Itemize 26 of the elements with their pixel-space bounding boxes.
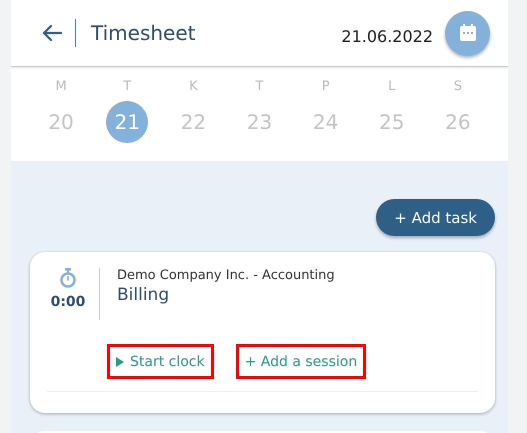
weekday-label: T: [256, 79, 264, 96]
project-name: Demo Company Inc. - Accounting: [117, 268, 335, 283]
page-title: Timesheet: [91, 21, 196, 45]
play-icon: [116, 356, 124, 366]
weekday-label: P: [322, 79, 330, 96]
elapsed-time: 0:00: [50, 294, 86, 310]
day-number[interactable]: 23: [238, 101, 280, 143]
start-clock-button[interactable]: Start clock: [107, 344, 214, 379]
stopwatch-icon: [59, 268, 77, 288]
selected-date: 21.06.2022: [341, 26, 433, 46]
weekday-label: S: [454, 79, 462, 96]
weekday-label: K: [189, 79, 198, 96]
day-number[interactable]: 22: [172, 101, 214, 143]
day-number[interactable]: 24: [304, 101, 347, 143]
calendar-icon: [458, 23, 478, 43]
weekday-label: L: [388, 79, 396, 96]
add-session-button[interactable]: + Add a session: [236, 344, 366, 379]
weekday-label: T: [123, 79, 132, 96]
add-task-button[interactable]: + Add task: [376, 199, 495, 236]
day-number[interactable]: 21: [106, 101, 148, 143]
task-name: Billing: [117, 285, 170, 305]
day-number[interactable]: 26: [436, 101, 479, 143]
day-number[interactable]: 25: [370, 101, 413, 143]
weekday-label: M: [55, 79, 67, 96]
day-number[interactable]: 20: [40, 101, 82, 143]
back-arrow-icon[interactable]: [41, 24, 63, 42]
